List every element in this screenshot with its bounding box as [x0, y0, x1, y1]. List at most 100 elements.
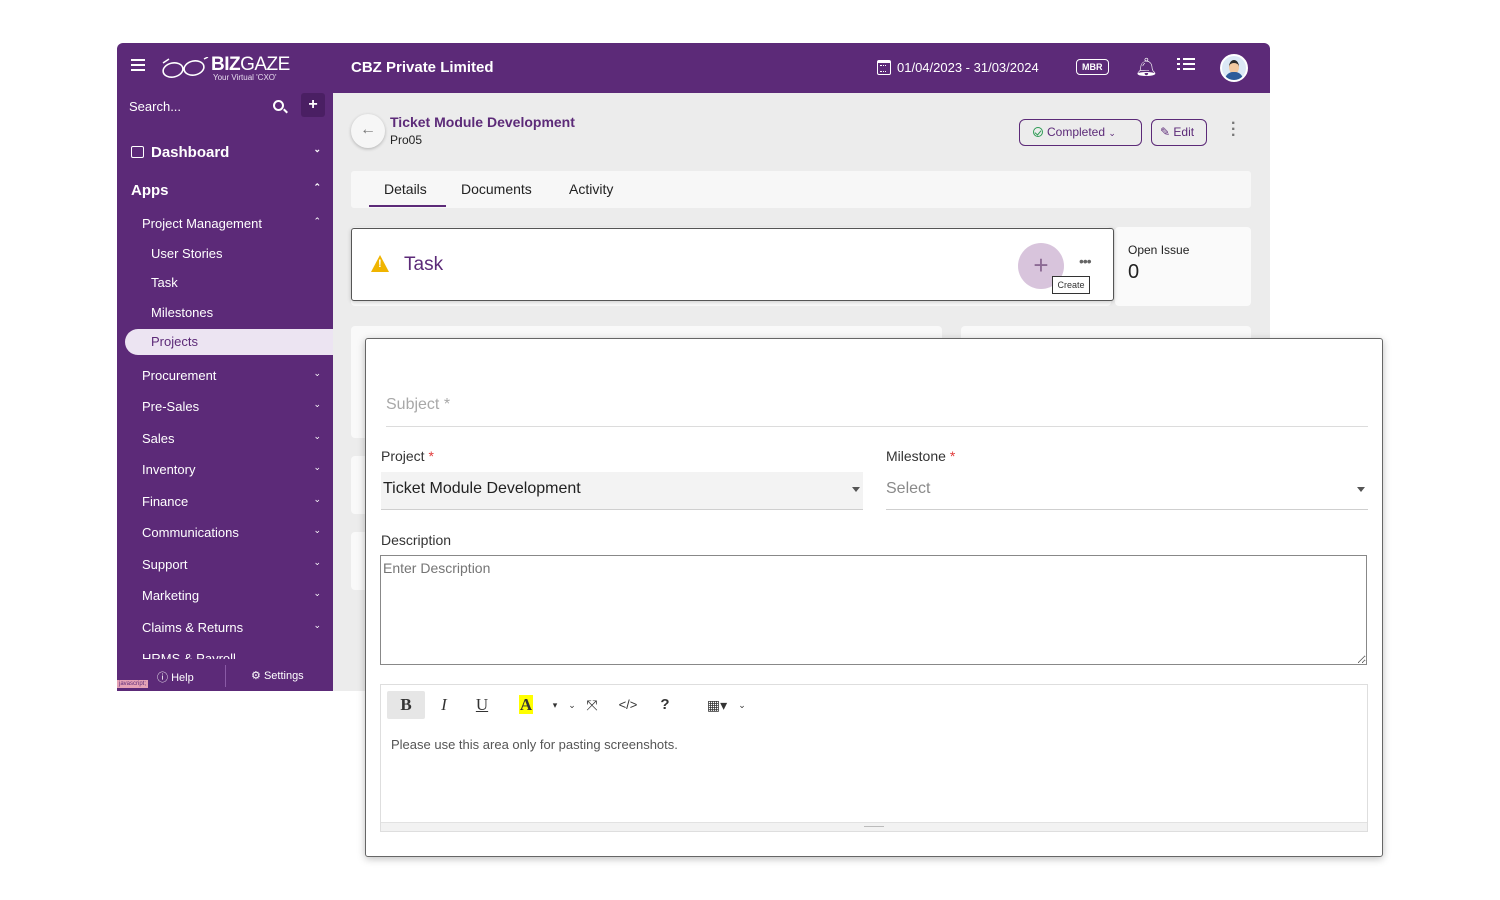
add-button[interactable]: + [301, 93, 325, 117]
italic-button[interactable]: I [435, 691, 453, 719]
pencil-icon: ✎ [1160, 125, 1171, 139]
resize-handle[interactable] [381, 822, 1367, 831]
status-dropdown[interactable]: Completed ⌄ [1019, 119, 1142, 146]
sidebar-item-procurement[interactable]: Procurement ⌄ [117, 368, 333, 383]
search-icon[interactable] [273, 100, 284, 111]
editor-toolbar: B I U A ▾ ⌄ ⤧ </> ? ▦▾ ⌄ [387, 691, 787, 719]
sidebar-item-inventory[interactable]: Inventory ⌄ [117, 462, 333, 477]
chevron-down-icon: ⌄ [313, 525, 321, 535]
chevron-down-icon: ⌄ [313, 557, 321, 567]
mbr-badge[interactable]: MBR [1076, 59, 1109, 75]
milestone-label: Milestone * [886, 448, 956, 464]
sidebar-item-marketing[interactable]: Marketing ⌄ [117, 588, 333, 603]
task-card-title: Task [404, 254, 444, 275]
tab-details[interactable]: Details [384, 181, 427, 197]
create-tooltip: Create [1052, 276, 1090, 294]
open-issue-label: Open Issue [1128, 243, 1190, 257]
list-icon[interactable] [1177, 58, 1195, 74]
caret-down-icon[interactable]: ▾ [550, 691, 560, 719]
fullscreen-icon[interactable]: ⤧ [583, 691, 601, 719]
chevron-up-icon: ⌃ [313, 182, 321, 192]
sidebar-item-communications[interactable]: Communications ⌄ [117, 525, 333, 540]
tab-bar: Details Documents Activity [351, 171, 1251, 208]
chevron-down-icon[interactable]: ⌄ [567, 691, 577, 719]
underline-button[interactable]: U [472, 691, 492, 719]
editor-hint: Please use this area only for pasting sc… [391, 737, 678, 752]
search-input[interactable]: Search... [129, 99, 181, 114]
chevron-down-icon: ⌄ [313, 588, 321, 598]
task-form-modal: Subject * Project * Ticket Module Develo… [365, 338, 1383, 857]
status-tag: javascript; [117, 680, 149, 688]
sidebar-item-task[interactable]: Task [117, 275, 333, 290]
project-code: Pro05 [390, 133, 423, 147]
milestone-select[interactable]: Select [886, 472, 1368, 510]
sidebar-item-milestones[interactable]: Milestones [117, 305, 333, 320]
chevron-down-icon: ⌄ [313, 462, 321, 472]
sidebar-item-claims-returns[interactable]: Claims & Returns ⌄ [117, 620, 333, 635]
calendar-icon [877, 60, 891, 75]
chevron-down-icon: ⌄ [313, 654, 321, 659]
sidebar: Search... + Dashboard ⌄ Apps ⌃ Project M… [117, 93, 333, 691]
bold-button[interactable]: B [387, 691, 425, 719]
tab-documents[interactable]: Documents [461, 181, 532, 197]
sidebar-item-support[interactable]: Support ⌄ [117, 557, 333, 572]
table-icon[interactable]: ▦▾ [702, 691, 732, 719]
menu-icon[interactable] [131, 59, 145, 71]
highlight-color-button[interactable]: A [517, 691, 535, 719]
project-label: Project * [381, 448, 434, 464]
warning-icon [371, 255, 389, 272]
logo-tagline: Your Virtual 'CXO' [213, 73, 277, 82]
sidebar-item-project-management[interactable]: Project Management ⌃ [117, 216, 333, 231]
help-button[interactable]: ? [657, 691, 673, 719]
sidebar-footer: ⓘ Help ⚙ Settings javascript; [117, 663, 333, 691]
chevron-down-icon: ⌄ [313, 620, 321, 630]
subject-input[interactable]: Subject * [386, 396, 1368, 427]
gear-icon: ⚙ [251, 670, 261, 682]
company-name[interactable]: CBZ Private Limited [351, 59, 494, 76]
caret-down-icon [1357, 487, 1365, 492]
top-bar: BIZGAZE Your Virtual 'CXO' CBZ Private L… [117, 43, 1270, 93]
edit-button[interactable]: ✎ Edit [1151, 119, 1207, 146]
chevron-down-icon: ⌄ [313, 494, 321, 504]
sidebar-item-projects[interactable]: Projects [125, 329, 333, 355]
help-icon: ⓘ [157, 672, 168, 684]
sidebar-item-sales[interactable]: Sales ⌄ [117, 431, 333, 446]
sidebar-item-finance[interactable]: Finance ⌄ [117, 494, 333, 509]
sidebar-item-user-stories[interactable]: User Stories [117, 246, 333, 261]
active-tab-indicator [369, 205, 446, 207]
back-button[interactable]: ← [351, 114, 385, 148]
avatar[interactable] [1220, 54, 1248, 82]
chevron-down-icon[interactable]: ⌄ [737, 691, 747, 719]
chevron-down-icon: ⌄ [313, 431, 321, 441]
help-link[interactable]: ⓘ Help [157, 669, 194, 685]
description-field[interactable] [380, 555, 1367, 665]
project-select[interactable]: Ticket Module Development [381, 472, 863, 510]
page-title: Ticket Module Development [390, 114, 575, 130]
sidebar-item-apps[interactable]: Apps ⌃ [117, 182, 333, 199]
sidebar-item-pre-sales[interactable]: Pre-Sales ⌄ [117, 399, 333, 414]
bell-icon[interactable]: 🔔︎ [1135, 57, 1158, 78]
caret-down-icon [852, 487, 860, 492]
task-card: Task + ••• Create [351, 228, 1114, 301]
chevron-up-icon: ⌃ [313, 216, 321, 226]
tab-activity[interactable]: Activity [569, 181, 613, 197]
open-issue-card: Open Issue 0 [1115, 227, 1251, 306]
settings-link[interactable]: ⚙ Settings [251, 669, 304, 682]
chevron-down-icon: ⌄ [313, 144, 321, 154]
more-dots-icon[interactable]: ••• [1079, 253, 1092, 269]
chevron-down-icon: ⌄ [1108, 128, 1116, 138]
dashboard-icon [131, 146, 144, 158]
description-label: Description [381, 532, 452, 548]
sidebar-item-dashboard[interactable]: Dashboard ⌄ [117, 144, 333, 161]
chevron-down-icon: ⌄ [313, 368, 321, 378]
check-circle-icon [1033, 127, 1043, 137]
more-options-icon[interactable]: · · · [1231, 116, 1237, 144]
logo-glasses-icon [162, 57, 209, 78]
open-issue-value: 0 [1128, 261, 1140, 283]
date-range[interactable]: 01/04/2023 - 31/03/2024 [877, 60, 1039, 75]
chevron-down-icon: ⌄ [313, 399, 321, 409]
code-view-button[interactable]: </> [615, 691, 641, 719]
sidebar-item-hrms-payroll[interactable]: HRMS & Payroll ⌄ [117, 650, 333, 659]
rich-text-editor[interactable]: B I U A ▾ ⌄ ⤧ </> ? ▦▾ ⌄ Please use this… [380, 684, 1368, 832]
footer-divider [225, 665, 226, 687]
